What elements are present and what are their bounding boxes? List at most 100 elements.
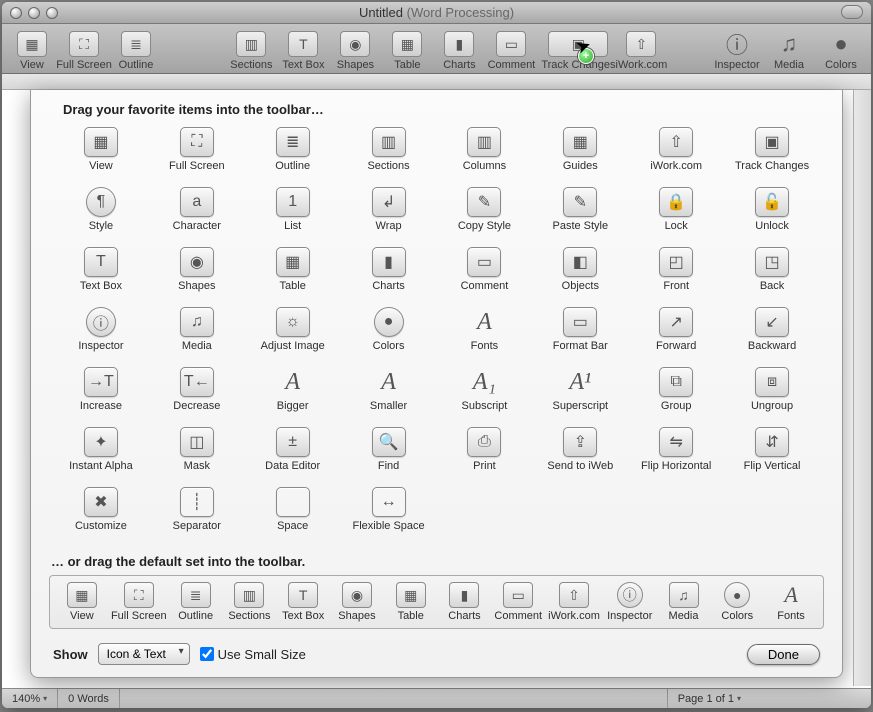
palette-item-separator[interactable]: ┊Separator (149, 483, 245, 543)
toolbar-iwork[interactable]: ⇧ iWork.com (617, 31, 665, 71)
charts-icon: ▮ (372, 247, 406, 277)
flip-vertical-icon: ⇵ (755, 427, 789, 457)
palette-item-lock[interactable]: 🔒Lock (628, 183, 724, 243)
palette-item-character[interactable]: aCharacter (149, 183, 245, 243)
default-toolbar-set[interactable]: ▦View⛶Full Screen≣Outline▥SectionsTText … (49, 575, 824, 629)
palette-item-decrease[interactable]: T←Decrease (149, 363, 245, 423)
palette-item-guides[interactable]: ▦Guides (532, 123, 628, 183)
default-item-charts[interactable]: ▮Charts (441, 582, 489, 622)
default-item-text-box[interactable]: TText Box (279, 582, 327, 622)
small-size-checkbox[interactable] (200, 647, 214, 661)
palette-item-wrap[interactable]: ↲Wrap (341, 183, 437, 243)
default-item-media[interactable]: ♫Media (660, 582, 708, 622)
default-item-colors[interactable]: ●Colors (713, 582, 761, 622)
palette-item-send-to-iweb[interactable]: ⇪Send to iWeb (532, 423, 628, 483)
toolbar-item-sections[interactable]: ▥Sections (227, 31, 275, 71)
text-box-icon: T (288, 31, 318, 57)
palette-item-colors[interactable]: ●Colors (341, 303, 437, 363)
palette-item-superscript[interactable]: A¹Superscript (532, 363, 628, 423)
palette-item-text-box[interactable]: TText Box (53, 243, 149, 303)
palette-item-media[interactable]: ♫Media (149, 303, 245, 363)
palette-item-objects[interactable]: ◧Objects (532, 243, 628, 303)
word-count-cell[interactable]: 0 Words (58, 689, 120, 708)
toolbar-item-outline[interactable]: ≣Outline (112, 31, 160, 71)
toolbar-item-inspector[interactable]: ⓘInspector (713, 31, 761, 71)
palette-item-subscript[interactable]: A₁Subscript (437, 363, 533, 423)
toolbar-item-full-screen[interactable]: ⛶Full Screen (60, 31, 108, 71)
toolbar-item-shapes[interactable]: ◉Shapes (331, 31, 379, 71)
palette-item-sections[interactable]: ▥Sections (341, 123, 437, 183)
done-button[interactable]: Done (747, 644, 820, 665)
zoom-cell[interactable]: 140% ▾ (2, 689, 58, 708)
palette-item-back[interactable]: ◳Back (724, 243, 820, 303)
palette-item-flip-horizontal[interactable]: ⇋Flip Horizontal (628, 423, 724, 483)
toolbar-item-table[interactable]: ▦Table (383, 31, 431, 71)
default-item-table[interactable]: ▦Table (387, 582, 435, 622)
palette-item-instant-alpha[interactable]: ✦Instant Alpha (53, 423, 149, 483)
palette-item-increase[interactable]: →TIncrease (53, 363, 149, 423)
palette-item-copy-style[interactable]: ✎Copy Style (437, 183, 533, 243)
palette-item-paste-style[interactable]: ✎Paste Style (532, 183, 628, 243)
palette-item-charts[interactable]: ▮ Charts (341, 243, 437, 303)
palette-item-inspector[interactable]: ⓘInspector (53, 303, 149, 363)
palette-item-list[interactable]: 1List (245, 183, 341, 243)
palette-item-data-editor[interactable]: ±Data Editor (245, 423, 341, 483)
toolbar-item-text-box[interactable]: TText Box (279, 31, 327, 71)
default-item-sections[interactable]: ▥Sections (226, 582, 274, 622)
palette-item-format-bar[interactable]: ▭Format Bar (532, 303, 628, 363)
small-size-row[interactable]: Use Small Size (200, 647, 306, 662)
page-cell[interactable]: Page 1 of 1 ▾ (667, 689, 751, 708)
palette-item-outline[interactable]: ≣Outline (245, 123, 341, 183)
default-item-view[interactable]: ▦View (58, 582, 106, 622)
palette-item-mask[interactable]: ◫Mask (149, 423, 245, 483)
palette-item-space[interactable]: Space (245, 483, 341, 543)
toolbar-item-comment[interactable]: ▭Comment (487, 31, 535, 71)
palette-item-flexible-space[interactable]: ↔Flexible Space (341, 483, 437, 543)
toolbar-item-view[interactable]: ▦View (8, 31, 56, 71)
toolbar-item-media[interactable]: ♫Media (765, 31, 813, 71)
palette-item-smaller[interactable]: ASmaller (341, 363, 437, 423)
palette-label: Charts (372, 280, 404, 292)
toolbar-item-charts[interactable]: ▮Charts (435, 31, 483, 71)
palette-item-bigger[interactable]: ABigger (245, 363, 341, 423)
palette-item-unlock[interactable]: 🔓Unlock (724, 183, 820, 243)
palette-item-view[interactable]: ▦View (53, 123, 149, 183)
palette-item-backward[interactable]: ↙Backward (724, 303, 820, 363)
palette-item-comment[interactable]: ▭Comment (437, 243, 533, 303)
horizontal-ruler[interactable] (2, 74, 871, 90)
palette-item-table[interactable]: ▦Table (245, 243, 341, 303)
palette-item-columns[interactable]: ▥Columns (437, 123, 533, 183)
default-item-iwork.com[interactable]: ⇧iWork.com (548, 582, 600, 622)
default-item-full-screen[interactable]: ⛶Full Screen (112, 582, 166, 622)
palette-item-full-screen[interactable]: ⛶Full Screen (149, 123, 245, 183)
palette-item-style[interactable]: ¶Style (53, 183, 149, 243)
view-icon: ▦ (67, 582, 97, 608)
palette-item-ungroup[interactable]: ⧈Ungroup (724, 363, 820, 423)
default-item-fonts[interactable]: AFonts (767, 582, 815, 622)
toolbar-item-palette: ▦View⛶Full Screen≣Outline▥Sections▥Colum… (49, 123, 824, 550)
titlebar[interactable]: Untitled (Word Processing) (2, 2, 871, 24)
palette-item-adjust-image[interactable]: ☼Adjust Image (245, 303, 341, 363)
palette-item-fonts[interactable]: AFonts (437, 303, 533, 363)
toolbar-toggle-pill[interactable] (841, 5, 863, 19)
default-item-outline[interactable]: ≣Outline (172, 582, 220, 622)
palette-item-track-changes[interactable]: ▣Track Changes (724, 123, 820, 183)
palette-label: Mask (184, 460, 210, 472)
show-mode-select[interactable]: Icon & Text (98, 643, 190, 665)
palette-item-front[interactable]: ◰Front (628, 243, 724, 303)
palette-item-print[interactable]: ⎙Print (437, 423, 533, 483)
palette-item-flip-vertical[interactable]: ⇵Flip Vertical (724, 423, 820, 483)
default-item-shapes[interactable]: ◉Shapes (333, 582, 381, 622)
toolbar-item-colors[interactable]: ●Colors (817, 31, 865, 71)
palette-item-forward[interactable]: ↗Forward (628, 303, 724, 363)
palette-label: Wrap (376, 220, 402, 232)
palette-item-group[interactable]: ⧉Group (628, 363, 724, 423)
palette-item-shapes[interactable]: ◉Shapes (149, 243, 245, 303)
palette-item-find[interactable]: 🔍Find (341, 423, 437, 483)
palette-item-iwork.com[interactable]: ⇧iWork.com (628, 123, 724, 183)
default-item-inspector[interactable]: ⓘInspector (606, 582, 654, 622)
default-item-comment[interactable]: ▭Comment (494, 582, 542, 622)
palette-item-customize[interactable]: ✖Customize (53, 483, 149, 543)
palette-label: Comment (461, 280, 509, 292)
vertical-scrollbar[interactable] (853, 90, 871, 686)
